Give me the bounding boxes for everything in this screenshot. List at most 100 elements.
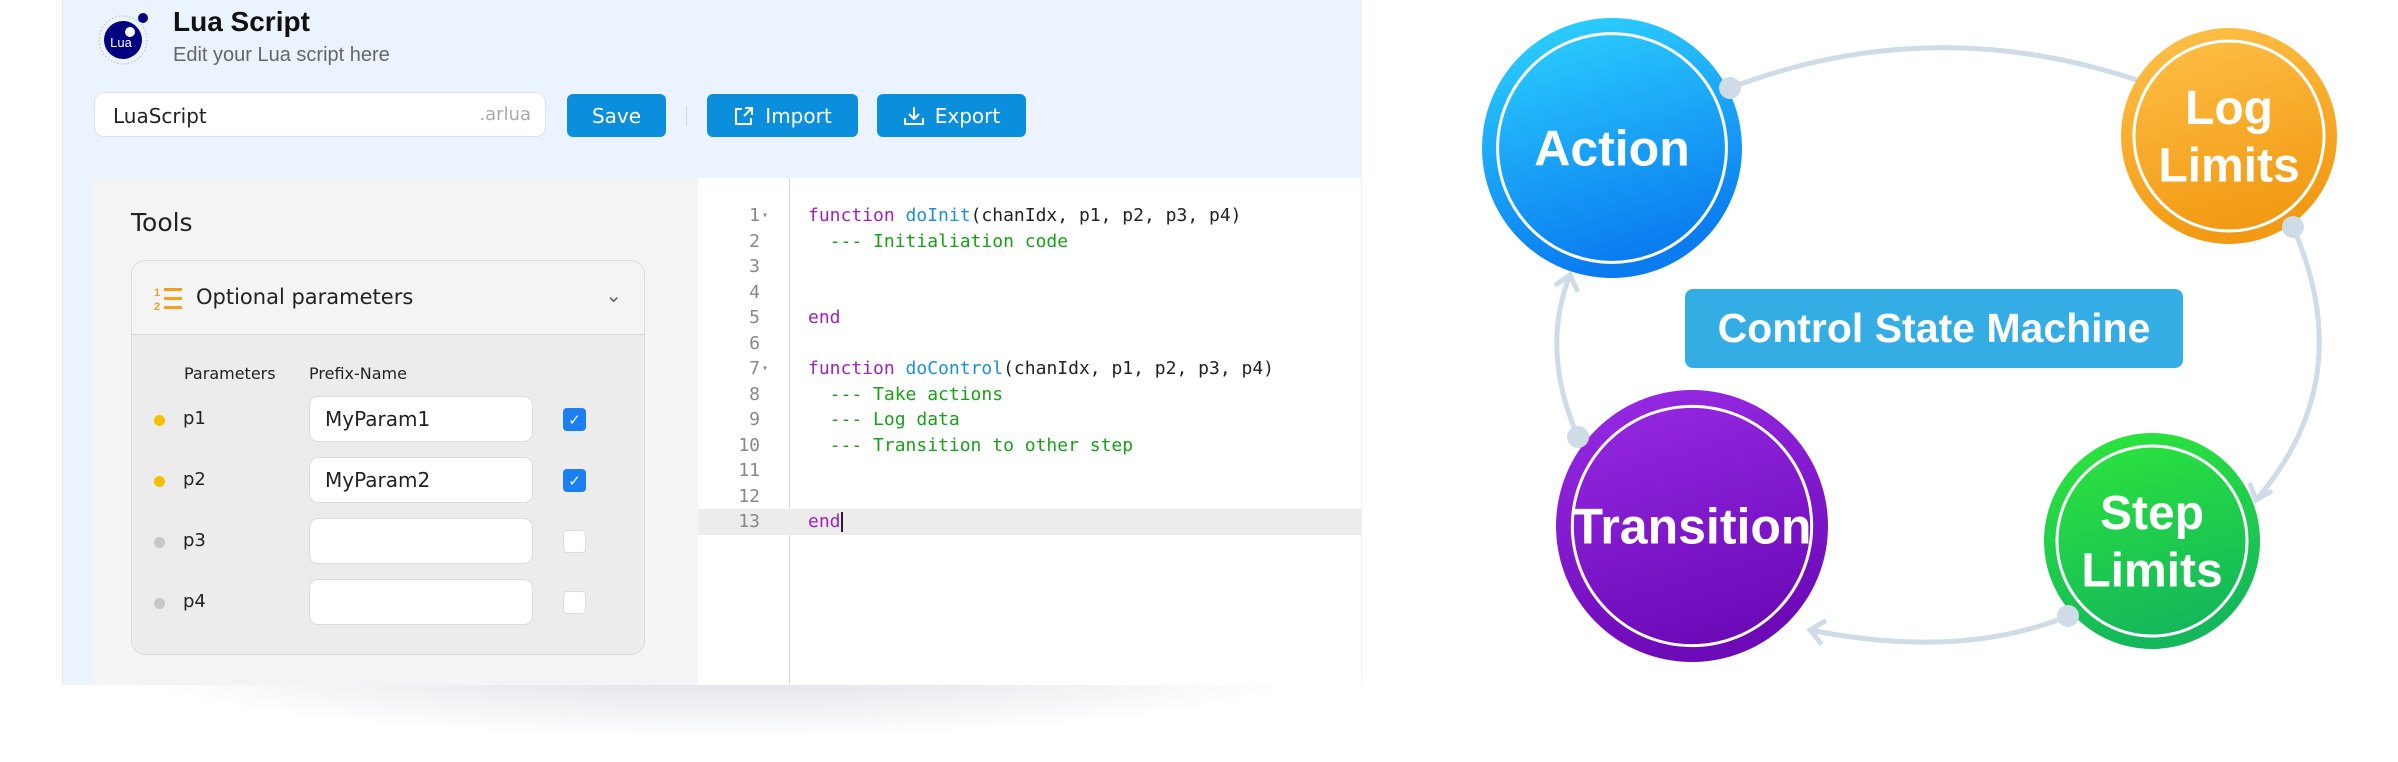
fold-toggle-icon[interactable]: ▾: [762, 356, 768, 382]
import-button[interactable]: Import: [707, 94, 858, 137]
tools-title: Tools: [131, 208, 193, 237]
script-name-field[interactable]: .arlua: [94, 92, 546, 138]
download-icon: [903, 106, 924, 125]
code-text: end: [808, 305, 841, 331]
node-label: Transition: [1573, 499, 1812, 555]
save-label: Save: [591, 103, 642, 128]
lua-logo-icon: Lua: [98, 13, 148, 65]
state-node-transition: Transition: [1556, 390, 1828, 662]
parameter-row-p2: p2 ✓: [132, 457, 644, 505]
prefix-name-input[interactable]: [309, 396, 533, 442]
external-link-icon: [735, 106, 754, 125]
line-number: 7: [749, 358, 760, 379]
line-number: 1: [749, 205, 760, 226]
status-dot: [154, 415, 165, 426]
code-line[interactable]: 11: [698, 458, 1361, 484]
code-token: end: [808, 307, 841, 328]
optional-parameters-header[interactable]: 1 2 Optional parameters ⌄: [132, 261, 644, 335]
code-text: --- Initialiation code: [808, 229, 1068, 255]
code-text: function doInit(chanIdx, p1, p2, p3, p4): [808, 203, 1242, 229]
code-line[interactable]: 4: [698, 280, 1361, 306]
node-label: Limits: [2158, 140, 2299, 193]
code-text: --- Log data: [808, 407, 960, 433]
parameter-enable-checkbox[interactable]: [563, 591, 586, 614]
prefix-name-input[interactable]: [309, 457, 533, 503]
script-name-input[interactable]: [111, 93, 435, 138]
node-label: Action: [1534, 121, 1690, 177]
code-line[interactable]: 2 --- Initialiation code: [698, 229, 1361, 255]
edge-start-dot: [2057, 605, 2079, 627]
line-number: 5: [749, 307, 760, 328]
svg-text:2: 2: [154, 301, 160, 313]
line-number: 12: [738, 485, 760, 507]
line-number: 3: [749, 256, 760, 277]
code-token: function: [808, 358, 906, 379]
line-number: 2: [749, 230, 760, 252]
numbered-list-icon: 1 2: [154, 287, 182, 313]
prefix-name-input[interactable]: [309, 518, 533, 564]
code-line[interactable]: 3: [698, 254, 1361, 280]
code-line[interactable]: 10 --- Transition to other step: [698, 433, 1361, 459]
code-line[interactable]: 1 ▾ function doInit(chanIdx, p1, p2, p3, p…: [698, 203, 1361, 229]
code-text: function doControl(chanIdx, p1, p2, p3, …: [808, 356, 1274, 382]
parameter-enable-checkbox[interactable]: ✓: [563, 408, 586, 431]
parameter-enable-checkbox[interactable]: [563, 530, 586, 553]
line-number: 8: [749, 383, 760, 405]
column-header-prefix-name: Prefix-Name: [309, 364, 407, 383]
prefix-name-input[interactable]: [309, 579, 533, 625]
node-circle: [2121, 28, 2337, 244]
fold-toggle-icon[interactable]: ▾: [762, 203, 768, 229]
code-text: --- Take actions: [808, 382, 1003, 408]
save-button[interactable]: Save: [567, 94, 666, 137]
code-token: --- Transition to other step: [808, 434, 1134, 456]
page-title: Lua Script: [173, 6, 310, 37]
page-subtitle: Edit your Lua script here: [173, 44, 390, 66]
svg-text:1: 1: [154, 287, 160, 299]
edge-start-dot: [2282, 216, 2304, 238]
line-number: 10: [738, 434, 760, 456]
code-token: (chanIdx, p1, p2, p3, p4): [970, 205, 1242, 226]
chevron-down-icon[interactable]: ⌄: [605, 283, 622, 307]
line-number: 6: [749, 332, 760, 354]
line-number: 9: [749, 409, 760, 430]
state-machine-diagram: ActionLogLimitsStepLimitsTransition: [1482, 18, 2337, 662]
code-token: doInit: [905, 205, 971, 226]
code-editor[interactable]: 1 ▾ function doInit(chanIdx, p1, p2, p3, p…: [698, 178, 1361, 685]
parameter-name: p3: [183, 530, 206, 551]
optional-parameters-label: Optional parameters: [196, 285, 414, 309]
parameter-name: p1: [183, 408, 206, 429]
export-label: Export: [934, 103, 1001, 128]
code-token: --- Log data: [808, 409, 960, 430]
parameter-row-p4: p4: [132, 579, 644, 627]
edge-start-dot: [1567, 426, 1589, 448]
line-number: 11: [738, 460, 760, 481]
parameter-row-p3: p3: [132, 518, 644, 566]
export-button[interactable]: Export: [877, 94, 1026, 137]
status-dot: [154, 598, 165, 609]
parameter-enable-checkbox[interactable]: ✓: [563, 469, 586, 492]
code-line[interactable]: 12: [698, 484, 1361, 510]
diagram-title: Control State Machine: [1685, 289, 2183, 368]
code-token: function: [808, 205, 906, 226]
code-line[interactable]: 5 end: [698, 305, 1361, 331]
code-token: end: [808, 511, 841, 532]
parameter-name: p4: [183, 591, 206, 612]
text-cursor: [840, 512, 843, 532]
code-line[interactable]: 8 --- Take actions: [698, 382, 1361, 408]
line-number: 4: [749, 281, 760, 303]
node-label: Log: [2185, 82, 2273, 135]
edge-start-dot: [1719, 77, 1741, 99]
code-line[interactable]: 7 ▾ function doControl(chanIdx, p1, p2, p3…: [698, 356, 1361, 382]
code-line[interactable]: 6: [698, 331, 1361, 357]
node-label: Step: [2100, 487, 2204, 540]
parameter-row-p1: p1 ✓: [132, 396, 644, 444]
code-text: end: [808, 509, 843, 535]
edge-log-limits-to-step-limits: [2254, 225, 2322, 502]
parameter-name: p2: [183, 469, 206, 490]
status-dot: [154, 476, 165, 487]
code-line[interactable]: 13 end: [698, 509, 1361, 535]
edge-transition-to-action: [1554, 274, 1581, 438]
code-token: --- Initialiation code: [808, 230, 1069, 252]
optional-parameters-card: 1 2 Optional parameters ⌄ Parameters Pre…: [131, 260, 645, 655]
code-line[interactable]: 9 --- Log data: [698, 407, 1361, 433]
